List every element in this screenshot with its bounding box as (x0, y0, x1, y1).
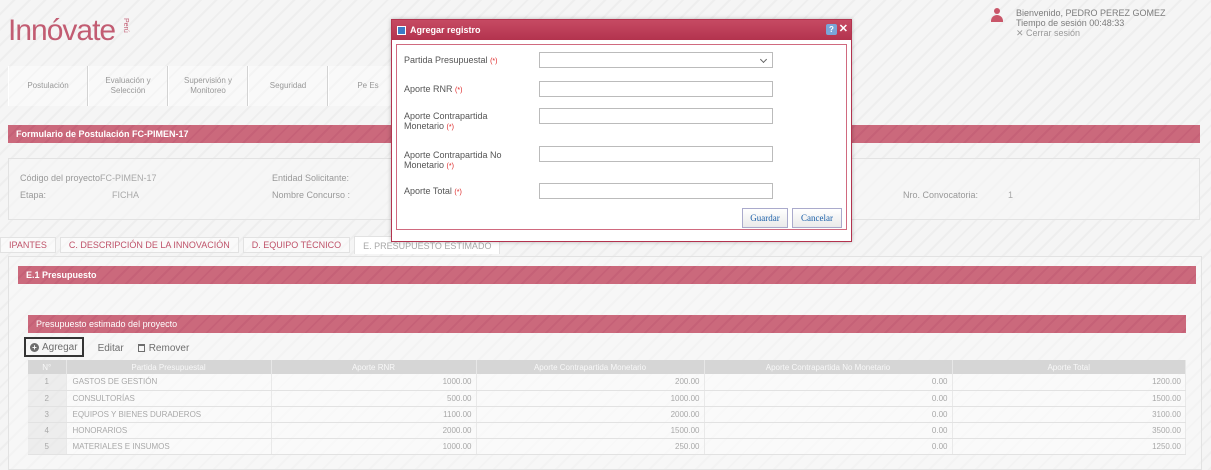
close-icon[interactable]: ✕ (839, 23, 848, 35)
dialog-title: Agregar registro (410, 25, 481, 35)
dialog-form: Partida Presupuestal (*) Aporte RNR (*) … (396, 44, 847, 230)
save-button[interactable]: Guardar (742, 208, 788, 228)
partida-select[interactable] (539, 52, 773, 68)
rnr-label: Aporte RNR (*) (404, 84, 463, 94)
no-monetario-label: Aporte Contrapartida No Monetario (*) (404, 150, 502, 170)
dialog-titlebar[interactable]: Agregar registro ? ✕ (392, 20, 851, 40)
dialog-window-icon (397, 25, 406, 35)
add-record-dialog: Agregar registro ? ✕ Partida Presupuesta… (391, 19, 852, 242)
monetario-label: Aporte Contrapartida Monetario (*) (404, 111, 488, 131)
cancel-button[interactable]: Cancelar (792, 208, 842, 228)
rnr-input[interactable] (539, 81, 773, 97)
total-label: Aporte Total (*) (404, 186, 462, 196)
partida-label: Partida Presupuestal (*) (404, 55, 498, 65)
total-input[interactable] (539, 183, 773, 199)
no-monetario-input[interactable] (539, 146, 773, 162)
monetario-input[interactable] (539, 108, 773, 124)
help-icon[interactable]: ? (826, 24, 837, 35)
